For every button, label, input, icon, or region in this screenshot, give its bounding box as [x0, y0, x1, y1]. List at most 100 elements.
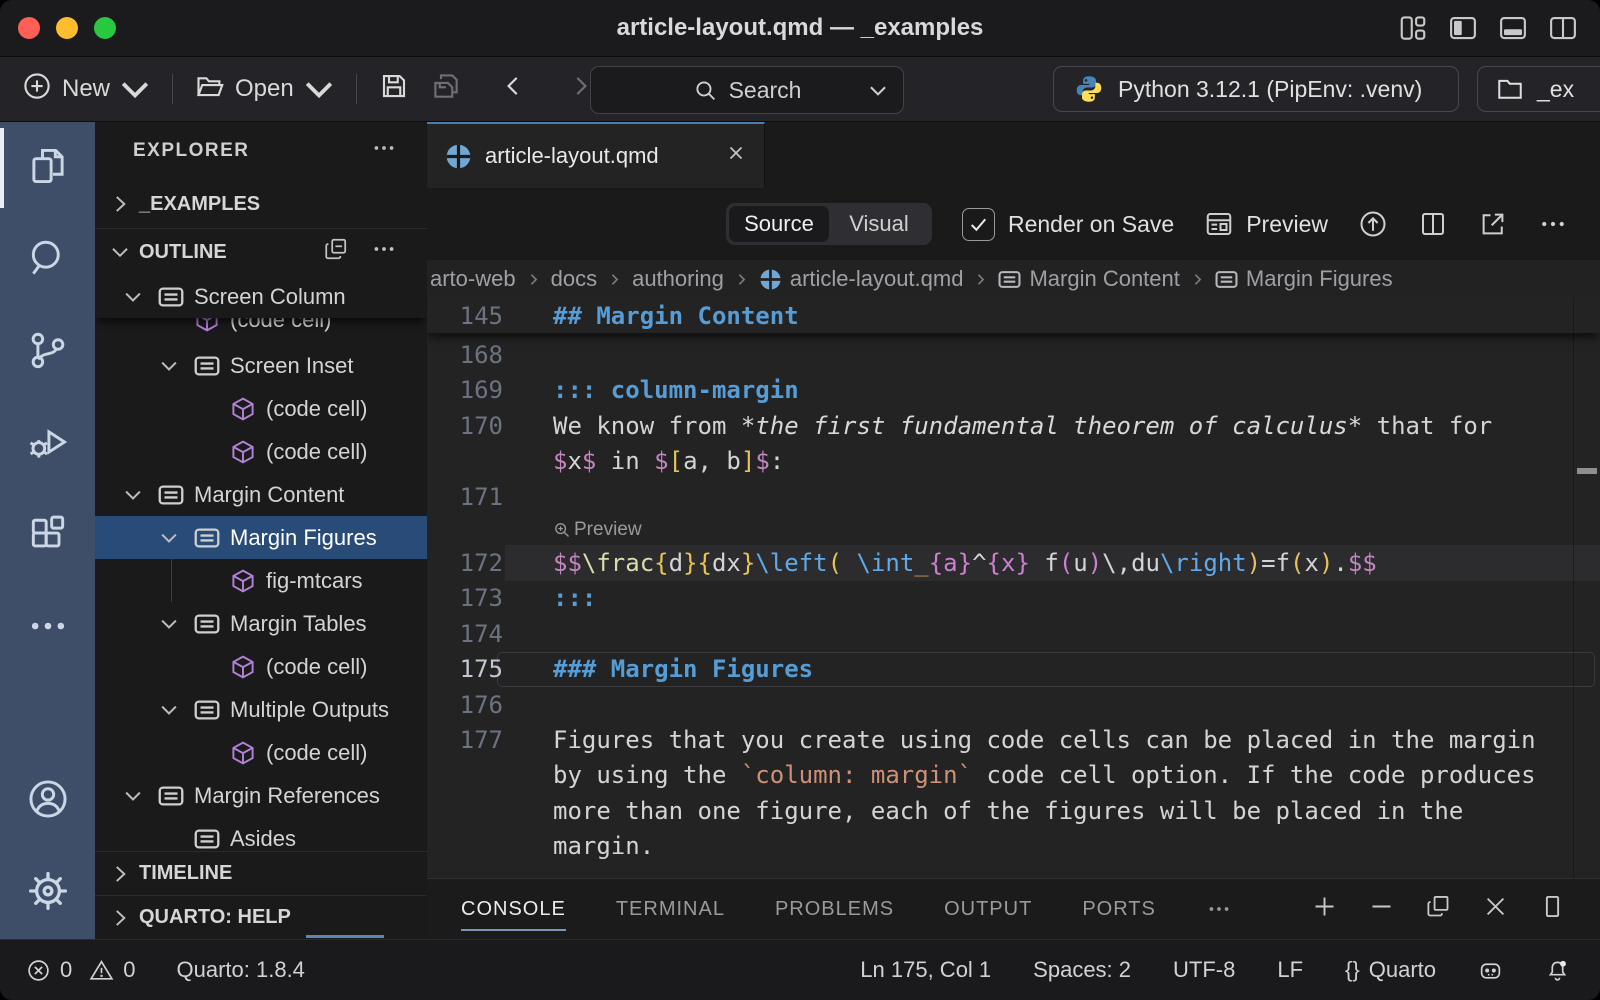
codelens-row[interactable]: Preview [427, 514, 1600, 545]
outline-item-margin-figures[interactable]: Margin Figures [95, 516, 427, 559]
panel-tab-terminal[interactable]: TERMINAL [616, 879, 725, 939]
save-all-button[interactable] [431, 71, 461, 108]
code-editor[interactable]: 145## Margin Content168169::: column-mar… [427, 298, 1600, 878]
zoom-window-button[interactable] [94, 17, 116, 39]
activity-extensions[interactable] [0, 490, 95, 582]
tab-source[interactable]: Source [729, 206, 829, 242]
outline-item-screen-column[interactable]: Screen Column [95, 275, 427, 318]
outline-item-label: Margin Figures [230, 525, 377, 551]
editor-group: article-layout.qmd Source Visual Render … [427, 122, 1600, 939]
outline-item-code-cell[interactable]: (code cell) [95, 645, 427, 688]
toggle-sidebar-icon[interactable] [1448, 13, 1478, 48]
render-document-icon[interactable] [1358, 209, 1388, 239]
activity-more[interactable] [0, 582, 95, 674]
cursor-position-label: Ln 175, Col 1 [860, 957, 991, 983]
python-interpreter-button[interactable]: Python 3.12.1 (PipEnv: .venv) [1053, 66, 1459, 112]
minimize-window-button[interactable] [56, 17, 78, 39]
outline-item-margin-content[interactable]: Margin Content [95, 473, 427, 516]
collapse-all-icon[interactable] [323, 236, 349, 268]
notifications-status[interactable] [1545, 958, 1570, 983]
examples-section-label: _EXAMPLES [139, 193, 260, 216]
outline-item-multiple-outputs[interactable]: Multiple Outputs [95, 688, 427, 731]
panel-tab-console[interactable]: CONSOLE [461, 879, 566, 939]
scrollbar[interactable] [1573, 298, 1600, 878]
outline-item-screen-inset[interactable]: Screen Inset [95, 344, 427, 387]
breadcrumb-margin-figures[interactable]: Margin Figures [1215, 266, 1393, 292]
save-button[interactable] [379, 71, 409, 108]
section-examples[interactable]: _EXAMPLES [95, 180, 427, 228]
panel-tab-output[interactable]: OUTPUT [944, 879, 1032, 939]
open-button[interactable]: Open [195, 71, 334, 108]
section-quarto-help[interactable]: QUARTO: HELP [95, 895, 427, 939]
chevron-down-icon [158, 355, 194, 377]
section-outline[interactable]: OUTLINE [95, 228, 427, 275]
line-number: 170 [427, 412, 503, 440]
new-terminal-icon[interactable] [1311, 893, 1338, 925]
indentation-status[interactable]: Spaces: 2 [1033, 957, 1131, 983]
toggle-panel-icon[interactable] [1498, 13, 1528, 48]
cursor-position-status[interactable]: Ln 175, Col 1 [860, 957, 991, 983]
minimize-panel-icon[interactable] [1368, 893, 1395, 925]
panel-tab-problems[interactable]: PROBLEMS [775, 879, 894, 939]
code-text: ## Margin Content [553, 302, 799, 330]
close-panel-icon[interactable] [1482, 893, 1509, 925]
split-editor-layout-icon[interactable] [1548, 13, 1578, 48]
outline-item-label: Margin References [194, 783, 380, 809]
preview-button[interactable]: Preview [1204, 209, 1328, 239]
quarto-version-status[interactable]: Quarto: 1.8.4 [177, 957, 305, 983]
breadcrumb-authoring[interactable]: authoring [632, 266, 724, 292]
breadcrumb-margin-content[interactable]: Margin Content [998, 266, 1179, 292]
forward-button[interactable] [567, 73, 593, 106]
customize-layout-icon[interactable] [1398, 13, 1428, 48]
copilot-status[interactable] [1478, 958, 1503, 983]
search-input[interactable]: Search [590, 66, 904, 114]
close-icon[interactable] [726, 143, 746, 169]
outline-item-code-cell[interactable]: (code cell) [95, 430, 427, 473]
braces-icon: {} [1345, 957, 1360, 983]
breadcrumb-docs[interactable]: docs [551, 266, 597, 292]
activity-explorer[interactable] [0, 122, 95, 214]
outline-item-margin-references[interactable]: Margin References [95, 774, 427, 817]
problems-status[interactable]: 0 0 [26, 957, 136, 983]
more-actions-icon[interactable] [1538, 209, 1568, 239]
breadcrumb-separator-icon [733, 271, 750, 288]
eol-status[interactable]: LF [1277, 957, 1303, 983]
split-editor-icon[interactable] [1418, 209, 1448, 239]
more-actions-icon[interactable] [371, 135, 397, 167]
code-text: by using the `column: margin` code cell … [553, 761, 1536, 789]
encoding-status[interactable]: UTF-8 [1173, 957, 1235, 983]
outline-item-fig-mtcars[interactable]: fig-mtcars [95, 559, 427, 602]
outline-item-asides[interactable]: Asides [95, 817, 427, 851]
window-title: article-layout.qmd — _examples [0, 14, 1600, 42]
code-cell-icon [230, 741, 266, 765]
outline-item-margin-tables[interactable]: Margin Tables [95, 602, 427, 645]
restore-panel-icon[interactable] [1425, 893, 1452, 925]
tab-article-layout[interactable]: article-layout.qmd [427, 122, 765, 188]
workspace-button[interactable]: _ex [1477, 66, 1600, 112]
breadcrumb-article-layout-qmd[interactable]: article-layout.qmd [759, 266, 964, 292]
close-window-button[interactable] [18, 17, 40, 39]
back-button[interactable] [501, 73, 527, 106]
outline-item-code-cell[interactable]: (code cell) [95, 731, 427, 774]
ellipsis-icon [26, 604, 70, 653]
outline-item-code-cell[interactable]: (code cell) [95, 387, 427, 430]
breadcrumb-arto-web[interactable]: arto-web [430, 266, 516, 292]
more-actions-icon[interactable] [371, 236, 397, 268]
new-button[interactable]: New [22, 71, 150, 108]
section-timeline[interactable]: TIMELINE [95, 851, 427, 895]
tab-visual[interactable]: Visual [829, 206, 929, 242]
activity-run-debug[interactable] [0, 398, 95, 490]
activity-source-control[interactable] [0, 306, 95, 398]
language-mode-status[interactable]: {} Quarto [1345, 957, 1436, 983]
extensions-icon [26, 512, 70, 561]
maximize-panel-icon[interactable] [1539, 893, 1566, 925]
line-number: 177 [427, 726, 503, 754]
panel-more-tabs[interactable] [1206, 879, 1232, 939]
activity-search[interactable] [0, 214, 95, 306]
render-on-save-checkbox[interactable]: Render on Save [962, 208, 1174, 241]
activity-settings[interactable] [0, 847, 95, 939]
activity-account[interactable] [0, 755, 95, 847]
outline-item-code-cell[interactable]: (code cell) [95, 318, 427, 344]
panel-tab-ports[interactable]: PORTS [1082, 879, 1156, 939]
open-external-icon[interactable] [1478, 209, 1508, 239]
